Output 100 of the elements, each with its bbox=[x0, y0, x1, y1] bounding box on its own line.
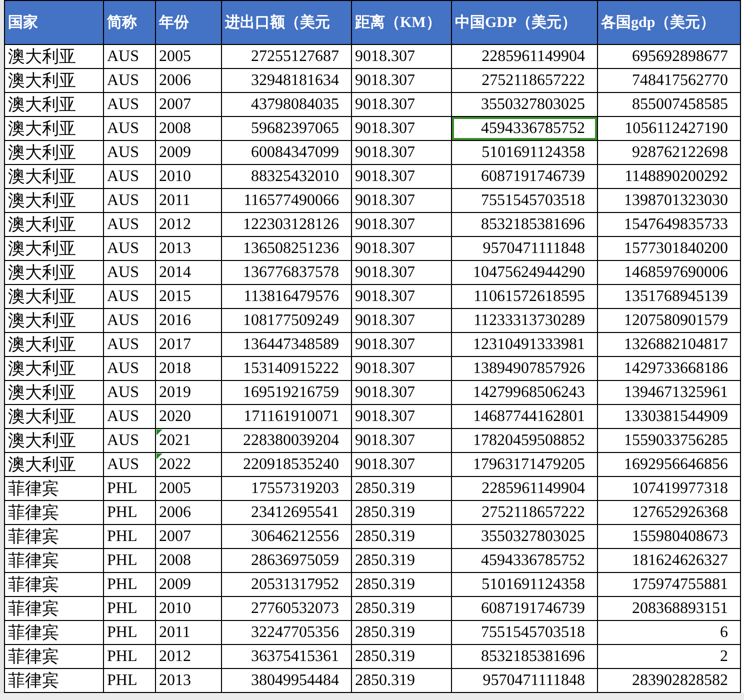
table-cell: 9018.307 bbox=[352, 356, 452, 380]
table-cell: 2850.319 bbox=[352, 572, 452, 596]
table-cell: 2850.319 bbox=[352, 644, 452, 668]
table-cell[interactable]: 14687744162801 bbox=[452, 404, 598, 428]
table-cell: 20531317952 bbox=[222, 572, 352, 596]
table-cell: 2006 bbox=[156, 500, 222, 524]
table-cell: 澳大利亚 bbox=[4, 356, 104, 380]
table-cell: 136776837578 bbox=[222, 260, 352, 284]
table-cell: 2011 bbox=[156, 188, 222, 212]
table-cell: 菲律宾 bbox=[4, 548, 104, 572]
table-cell: 113816479576 bbox=[222, 284, 352, 308]
table-cell: AUS bbox=[104, 260, 156, 284]
table-cell[interactable]: 8532185381696 bbox=[452, 212, 598, 236]
table-cell: AUS bbox=[104, 452, 156, 476]
table-cell[interactable]: 5101691124358 bbox=[452, 140, 598, 164]
table-cell: 2850.319 bbox=[352, 596, 452, 620]
table-cell[interactable]: 3550327803025 bbox=[452, 92, 598, 116]
table-cell: PHL bbox=[104, 596, 156, 620]
column-header[interactable]: 简称 bbox=[104, 0, 156, 44]
table-cell[interactable]: 11061572618595 bbox=[452, 284, 598, 308]
table-cell[interactable]: 3550327803025 bbox=[452, 524, 598, 548]
table-cell[interactable]: 2285961149904 bbox=[452, 476, 598, 500]
table-cell: 155980408673 bbox=[598, 524, 740, 548]
table-cell[interactable]: 12310491333981 bbox=[452, 332, 598, 356]
table-cell[interactable]: 6087191746739 bbox=[452, 596, 598, 620]
table-cell: 9018.307 bbox=[352, 164, 452, 188]
table-cell: 2850.319 bbox=[352, 476, 452, 500]
table-cell: AUS bbox=[104, 428, 156, 452]
table-cell: 菲律宾 bbox=[4, 644, 104, 668]
table-cell[interactable]: 4594336785752 bbox=[452, 548, 598, 572]
table-cell: 220918535240 bbox=[222, 452, 352, 476]
table-cell: PHL bbox=[104, 572, 156, 596]
table-cell: 2017 bbox=[156, 332, 222, 356]
table-cell: 1547649835733 bbox=[598, 212, 740, 236]
table-cell[interactable]: 7551545703518 bbox=[452, 620, 598, 644]
table-cell: 澳大利亚 bbox=[4, 164, 104, 188]
table-cell: 32247705356 bbox=[222, 620, 352, 644]
table-cell[interactable]: 2752118657222 bbox=[452, 68, 598, 92]
table-cell: 23412695541 bbox=[222, 500, 352, 524]
table-cell: 181624626327 bbox=[598, 548, 740, 572]
table-cell: 1398701323030 bbox=[598, 188, 740, 212]
table-cell: AUS bbox=[104, 380, 156, 404]
table-cell: 17557319203 bbox=[222, 476, 352, 500]
table-cell[interactable]: 5101691124358 bbox=[452, 572, 598, 596]
table-cell: PHL bbox=[104, 524, 156, 548]
table-cell: 9018.307 bbox=[352, 92, 452, 116]
table-cell: AUS bbox=[104, 164, 156, 188]
table-cell[interactable]: 9570471111848 bbox=[452, 236, 598, 260]
table-cell: 36375415361 bbox=[222, 644, 352, 668]
table-cell: 107419977318 bbox=[598, 476, 740, 500]
column-header[interactable]: 中国GDP（美元） bbox=[452, 0, 598, 44]
column-header[interactable]: 国家 bbox=[4, 0, 104, 44]
table-cell: PHL bbox=[104, 548, 156, 572]
table-cell: 122303128126 bbox=[222, 212, 352, 236]
table-cell: 1326882104817 bbox=[598, 332, 740, 356]
table-cell: 59682397065 bbox=[222, 116, 352, 140]
table-cell: 澳大利亚 bbox=[4, 260, 104, 284]
table-cell: 2010 bbox=[156, 596, 222, 620]
table-cell: 9018.307 bbox=[352, 308, 452, 332]
table-cell[interactable]: 6087191746739 bbox=[452, 164, 598, 188]
table-cell: 2850.319 bbox=[352, 548, 452, 572]
table-cell: AUS bbox=[104, 212, 156, 236]
table-cell: 菲律宾 bbox=[4, 596, 104, 620]
column-header[interactable]: 各国gdp（美元） bbox=[598, 0, 740, 44]
table-cell: 9018.307 bbox=[352, 428, 452, 452]
column-header[interactable]: 距离（KM） bbox=[352, 0, 452, 44]
table-cell[interactable]: 13894907857926 bbox=[452, 356, 598, 380]
table-cell: 2005 bbox=[156, 476, 222, 500]
table-cell: 30646212556 bbox=[222, 524, 352, 548]
table-cell[interactable]: 2752118657222 bbox=[452, 500, 598, 524]
table-cell: 28636975059 bbox=[222, 548, 352, 572]
column-header[interactable]: 进出口额（美元 bbox=[222, 0, 352, 44]
horizontal-scrollbar[interactable] bbox=[0, 693, 744, 700]
table-cell: AUS bbox=[104, 284, 156, 308]
table-cell[interactable]: 4594336785752 bbox=[452, 116, 598, 140]
table-cell: 2018 bbox=[156, 356, 222, 380]
table-cell: PHL bbox=[104, 644, 156, 668]
table-cell: 171161910071 bbox=[222, 404, 352, 428]
table-cell: 2007 bbox=[156, 92, 222, 116]
table-cell: 855007458585 bbox=[598, 92, 740, 116]
table-cell: 116577490066 bbox=[222, 188, 352, 212]
table-cell: AUS bbox=[104, 332, 156, 356]
table-cell[interactable]: 7551545703518 bbox=[452, 188, 598, 212]
table-cell[interactable]: 8532185381696 bbox=[452, 644, 598, 668]
table-cell: 9018.307 bbox=[352, 284, 452, 308]
table-cell[interactable]: 11233313730289 bbox=[452, 308, 598, 332]
table-cell[interactable]: 14279968506243 bbox=[452, 380, 598, 404]
table-cell: PHL bbox=[104, 476, 156, 500]
table-cell[interactable]: 10475624944290 bbox=[452, 260, 598, 284]
table-cell[interactable]: 17963171479205 bbox=[452, 452, 598, 476]
table-cell: 2016 bbox=[156, 308, 222, 332]
table-cell: 9018.307 bbox=[352, 116, 452, 140]
table-cell: 108177509249 bbox=[222, 308, 352, 332]
column-header[interactable]: 年份 bbox=[156, 0, 222, 44]
table-cell: 2014 bbox=[156, 260, 222, 284]
table-cell: 9018.307 bbox=[352, 236, 452, 260]
table-cell[interactable]: 17820459508852 bbox=[452, 428, 598, 452]
table-cell: 9018.307 bbox=[352, 44, 452, 68]
table-cell: 175974755881 bbox=[598, 572, 740, 596]
table-cell[interactable]: 2285961149904 bbox=[452, 44, 598, 68]
